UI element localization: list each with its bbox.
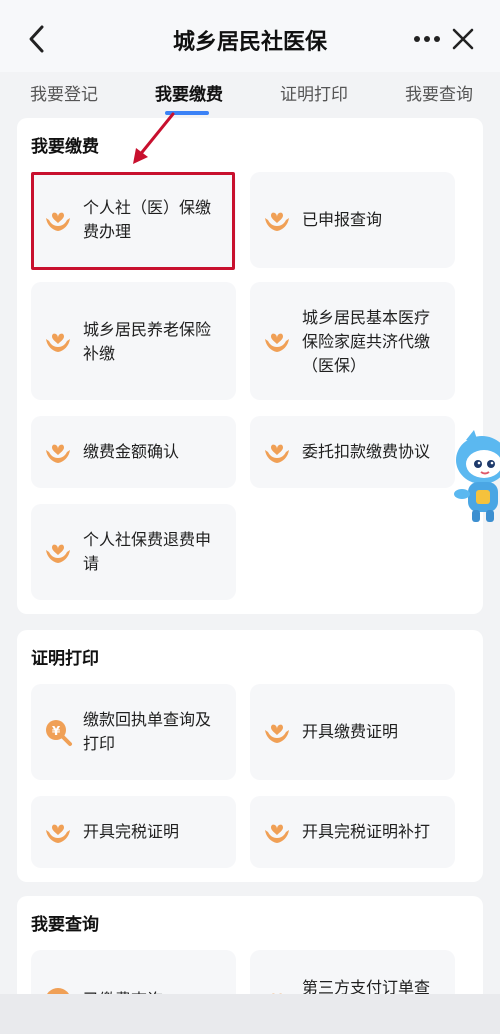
card-family-medical-proxy[interactable]: 城乡居民基本医疗保险家庭共济代缴（医保） — [250, 282, 455, 400]
close-icon[interactable] — [448, 24, 478, 54]
section-title-payment: 我要缴费 — [31, 137, 99, 157]
heart-hands-icon — [262, 717, 292, 747]
heart-hands-icon — [262, 817, 292, 847]
card-tax-certificate-reprint[interactable]: 开具完税证明补打 — [250, 796, 455, 868]
card-label: 缴款回执单查询及打印 — [83, 710, 212, 753]
section-title-certificate: 证明打印 — [31, 649, 99, 669]
card-label: 开具完税证明 — [83, 822, 180, 841]
card-label: 个人社保费退费申请 — [83, 530, 212, 573]
card-label: 开具完税证明补打 — [302, 822, 431, 841]
card-payment-certificate[interactable]: 开具缴费证明 — [250, 684, 455, 780]
card-label: 开具缴费证明 — [302, 722, 399, 741]
card-label: 城乡居民基本医疗保险家庭共济代缴（医保） — [302, 308, 431, 375]
card-entrusted-deduction[interactable]: 委托扣款缴费协议 — [250, 416, 455, 488]
heart-hands-icon — [43, 817, 73, 847]
heart-hands-icon — [43, 437, 73, 467]
tab-certificate[interactable]: 证明打印 — [280, 80, 348, 105]
heart-hands-icon — [262, 437, 292, 467]
more-icon[interactable] — [412, 26, 442, 52]
app-header: 城乡居民社医保 — [0, 0, 500, 72]
annotation-arrow-icon — [133, 112, 175, 164]
card-label: 委托扣款缴费协议 — [302, 442, 431, 461]
heart-hands-icon — [43, 326, 73, 356]
card-receipt-query-print[interactable]: ¥ 缴款回执单查询及打印 — [31, 684, 236, 780]
card-label: 已申报查询 — [302, 210, 383, 229]
card-label: 缴费金额确认 — [83, 442, 180, 461]
tab-query[interactable]: 我要查询 — [405, 80, 473, 105]
section-title-query: 我要查询 — [31, 915, 99, 935]
highlight-box — [31, 172, 235, 270]
card-declared-query[interactable]: 已申报查询 — [250, 172, 455, 268]
section-certificate: 证明打印 ¥ 缴款回执单查询及打印 开具缴费证明 开具完税证明 开具完税证明补打 — [17, 630, 483, 882]
search-money-icon: ¥ — [43, 717, 73, 747]
tab-bar: 我要登记 我要缴费 证明打印 我要查询 — [0, 72, 500, 118]
mascot-assistant-icon[interactable] — [448, 430, 500, 524]
heart-hands-icon — [43, 537, 73, 567]
heart-hands-icon — [262, 326, 292, 356]
card-amount-confirm[interactable]: 缴费金额确认 — [31, 416, 236, 488]
bottom-bar — [0, 994, 500, 1034]
card-label: 城乡居民养老保险补缴 — [83, 320, 212, 363]
card-refund-application[interactable]: 个人社保费退费申请 — [31, 504, 236, 600]
tab-register[interactable]: 我要登记 — [30, 80, 98, 105]
heart-hands-icon — [262, 205, 292, 235]
tab-payment[interactable]: 我要缴费 — [155, 80, 223, 105]
card-pension-makeup[interactable]: 城乡居民养老保险补缴 — [31, 282, 236, 400]
card-tax-certificate[interactable]: 开具完税证明 — [31, 796, 236, 868]
svg-text:¥: ¥ — [52, 724, 61, 738]
